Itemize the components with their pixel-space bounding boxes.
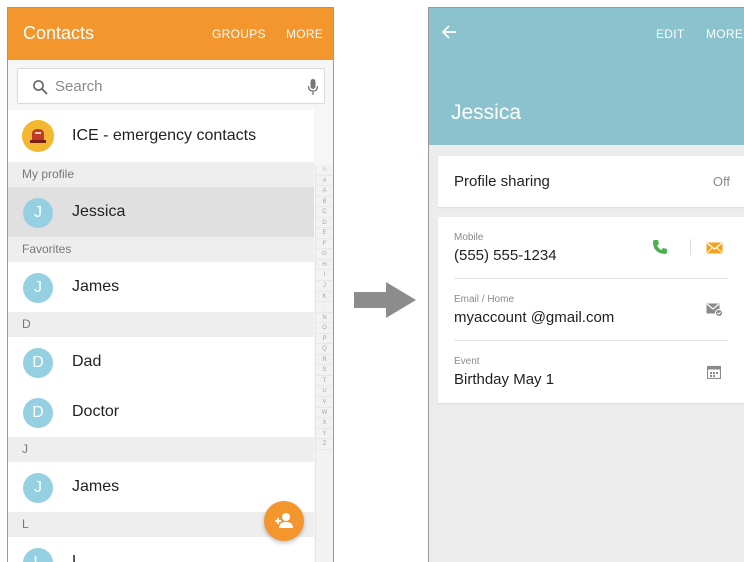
contact-details-card: Mobile (555) 555-1234 Email / Home myacc… [438,217,744,403]
contact-name: Jessica [72,203,126,220]
index-letter[interactable]: Z [316,439,333,450]
contact-name: Dad [72,353,102,370]
search-input[interactable]: Search [17,68,325,104]
action-divider [690,239,691,255]
index-letter[interactable]: # [316,176,333,187]
index-letter[interactable]: S [316,365,333,376]
avatar: D [23,348,53,378]
index-letter[interactable]: R [316,355,333,366]
avatar: L [23,548,53,562]
index-letter[interactable]: J [316,281,333,292]
contacts-list: ICE - emergency contacts My profile J Je… [8,110,314,562]
index-letter[interactable]: V [316,397,333,408]
index-letter[interactable]: H [316,260,333,271]
alphabet-index-scroller[interactable]: ☆ # A B C D E F G H I J K · N O P Q R S T U V W X Y Z [315,165,333,562]
event-row[interactable]: Event Birthday May 1 [438,341,744,403]
email-row[interactable]: Email / Home myaccount @gmail.com [438,279,744,341]
index-letter[interactable]: · [316,302,333,313]
edit-button[interactable]: EDIT [656,27,685,41]
index-letter[interactable]: U [316,386,333,398]
index-letter[interactable]: O [316,323,333,334]
email-label: Email / Home [454,294,515,305]
add-contact-button[interactable] [264,501,304,541]
avatar: D [23,398,53,428]
contacts-title: Contacts [23,23,95,43]
contact-name: James [72,478,120,495]
index-letter[interactable]: B [316,197,333,208]
profile-contact-jessica[interactable]: J Jessica [8,187,314,237]
profile-sharing-status: Off [712,174,730,189]
event-value: Birthday May 1 [454,371,555,388]
index-letter[interactable]: W [316,408,333,419]
email-value: myaccount @gmail.com [454,309,615,326]
index-letter[interactable]: C [316,207,333,218]
phone-call-icon[interactable] [652,239,668,255]
avatar: J [23,198,53,228]
contact-name: Doctor [72,403,120,420]
index-letter[interactable]: I [316,270,333,282]
search-placeholder: Search [55,78,103,95]
contact-name: L [72,553,81,562]
transition-arrow-icon [354,282,416,318]
message-icon[interactable] [706,242,723,254]
groups-button[interactable]: GROUPS [212,27,266,41]
back-arrow-icon[interactable] [441,25,457,39]
add-contact-icon [275,513,293,528]
section-header-d: D [8,312,314,337]
index-letter[interactable]: Q [316,344,333,355]
profile-sharing-row[interactable]: Profile sharing Off [438,156,744,207]
index-letter[interactable]: N [316,313,333,324]
mobile-number-row[interactable]: Mobile (555) 555-1234 [438,217,744,279]
index-letter[interactable]: G [316,249,333,260]
contact-item-james-favorite[interactable]: J James [8,262,314,312]
contacts-app-bar: Contacts GROUPS MORE [8,8,333,60]
mobile-value: (555) 555-1234 [454,247,557,264]
index-letter[interactable]: F [316,239,333,250]
index-letter[interactable]: X [316,418,333,429]
ice-label: ICE - emergency contacts [72,127,257,144]
more-button[interactable]: MORE [706,27,743,41]
calendar-icon[interactable] [707,365,721,379]
emergency-siren-icon [22,120,54,152]
index-letter[interactable]: A [316,186,333,197]
index-letter[interactable]: E [316,228,333,239]
index-letter[interactable]: P [316,334,333,345]
index-letter[interactable]: T [316,376,333,387]
contact-details-screen: EDIT MORE Jessica Profile sharing Off Mo… [428,7,744,562]
section-header-my-profile: My profile [8,162,314,187]
contact-name: James [72,278,120,295]
index-letter[interactable]: K [316,292,333,303]
contacts-screen: Contacts GROUPS MORE Search ICE - emerge… [7,7,334,562]
avatar: J [23,473,53,503]
avatar: J [23,273,53,303]
mobile-label: Mobile [454,232,484,243]
profile-sharing-label: Profile sharing [454,173,550,190]
search-icon [33,80,48,95]
section-header-favorites: Favorites [8,237,314,262]
contact-item-dad[interactable]: D Dad [8,337,314,387]
section-header-j: J [8,437,314,462]
ice-emergency-contacts-item[interactable]: ICE - emergency contacts [8,110,314,162]
event-label: Event [454,356,480,367]
index-letter[interactable]: Y [316,429,333,440]
contact-details-header: EDIT MORE Jessica [429,8,744,145]
index-letter[interactable]: ☆ [316,165,333,176]
index-letter[interactable]: D [316,218,333,229]
email-icon[interactable] [706,303,723,317]
more-button[interactable]: MORE [286,27,323,41]
contact-item-doctor[interactable]: D Doctor [8,387,314,437]
contact-name-title: Jessica [451,101,522,124]
microphone-icon[interactable] [307,78,319,96]
